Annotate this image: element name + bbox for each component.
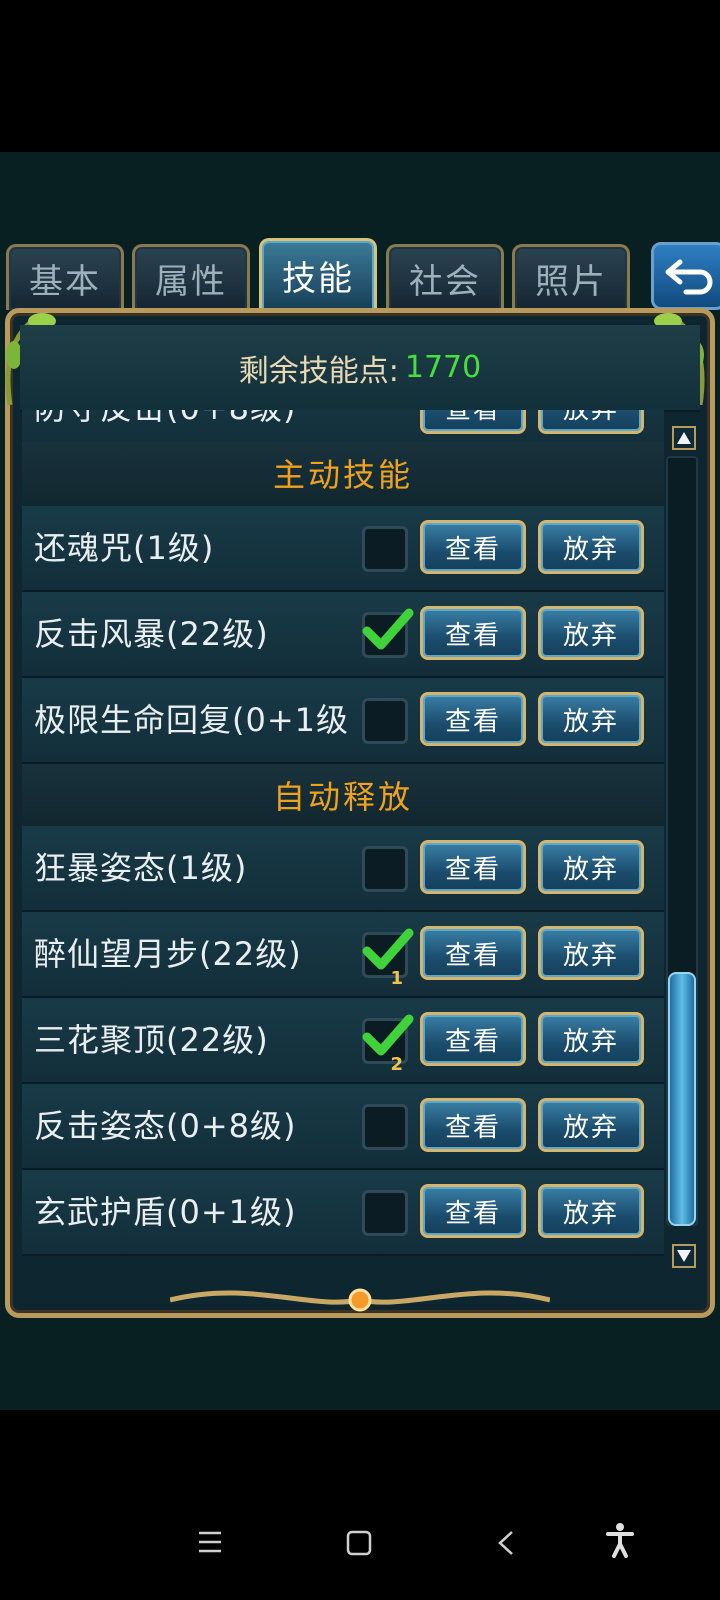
panel-ornament-icon [170, 1288, 550, 1312]
tab-bar: 基本 属性 技能 社会 照片 [6, 238, 720, 314]
view-button[interactable]: 查看 [420, 1098, 526, 1152]
skill-name: 狂暴姿态(1级) [34, 849, 248, 887]
view-button[interactable]: 查看 [420, 840, 526, 894]
skill-row: 还魂咒(1级) 查看 放弃 [22, 506, 664, 592]
view-button[interactable]: 查看 [420, 410, 526, 434]
tab-attributes[interactable]: 属性 [132, 244, 250, 310]
section-active-skills: 主动技能 [22, 442, 664, 504]
checkmark-icon [362, 928, 414, 970]
abandon-button[interactable]: 放弃 [538, 520, 644, 574]
abandon-button[interactable]: 放弃 [538, 410, 644, 434]
skill-row: 反击风暴(22级) 查看 放弃 [22, 592, 664, 678]
skill-points-label: 剩余技能点: [238, 353, 399, 389]
skill-points-value: 1770 [404, 350, 482, 385]
status-bar [0, 0, 720, 152]
tab-social[interactable]: 社会 [386, 244, 504, 310]
skill-checkbox[interactable] [362, 698, 408, 744]
view-button[interactable]: 查看 [420, 606, 526, 660]
back-icon[interactable] [497, 1530, 515, 1556]
tab-basic[interactable]: 基本 [6, 244, 124, 310]
triangle-up-icon [677, 432, 691, 444]
accessibility-icon[interactable] [606, 1522, 634, 1558]
checkmark-icon [362, 1014, 414, 1056]
skill-name: 玄武护盾(0+1级) [34, 1193, 297, 1231]
back-arrow-icon [665, 259, 712, 295]
abandon-button[interactable]: 放弃 [538, 840, 644, 894]
skill-checkbox[interactable] [362, 1190, 408, 1236]
skill-points-header: 剩余技能点: 1770 [20, 325, 700, 412]
home-icon[interactable] [346, 1530, 372, 1556]
skill-name: 还魂咒(1级) [34, 529, 215, 567]
skill-list[interactable]: 防守反击(0+8级) 查看 放弃 主动技能 还魂咒(1级) 查看 放弃 反击风暴… [22, 410, 664, 1278]
skill-name: 极限生命回复(0+1级 [34, 701, 350, 739]
skill-name: 反击风暴(22级) [34, 615, 269, 653]
tab-photos[interactable]: 照片 [512, 244, 630, 310]
section-auto-cast: 自动释放 [22, 764, 664, 826]
skill-checkbox[interactable] [362, 1104, 408, 1150]
scroll-down-button[interactable] [672, 1244, 696, 1268]
skill-row: 狂暴姿态(1级) 查看 放弃 [22, 826, 664, 912]
abandon-button[interactable]: 放弃 [538, 1098, 644, 1152]
skill-row: 反击姿态(0+8级) 查看 放弃 [22, 1084, 664, 1170]
skill-row: 玄武护盾(0+1级) 查看 放弃 [22, 1170, 664, 1256]
tab-skills[interactable]: 技能 [259, 238, 377, 310]
view-button[interactable]: 查看 [420, 692, 526, 746]
back-button[interactable] [651, 242, 720, 310]
skill-name: 三花聚顶(22级) [34, 1021, 269, 1059]
skill-checkbox[interactable] [362, 526, 408, 572]
view-button[interactable]: 查看 [420, 520, 526, 574]
auto-order-badge: 2 [390, 1054, 403, 1075]
menu-icon[interactable] [197, 1530, 223, 1554]
abandon-button[interactable]: 放弃 [538, 606, 644, 660]
view-button[interactable]: 查看 [420, 926, 526, 980]
skill-row: 三花聚顶(22级) 2 查看 放弃 [22, 998, 664, 1084]
skill-checkbox[interactable]: 1 [362, 928, 414, 989]
skill-row: 醉仙望月步(22级) 1 查看 放弃 [22, 912, 664, 998]
abandon-button[interactable]: 放弃 [538, 692, 644, 746]
auto-order-badge: 1 [390, 968, 403, 989]
skill-row: 极限生命回复(0+1级 查看 放弃 [22, 678, 664, 764]
skill-checkbox[interactable] [362, 608, 414, 658]
checkmark-icon [362, 608, 414, 650]
abandon-button[interactable]: 放弃 [538, 926, 644, 980]
skill-checkbox[interactable]: 2 [362, 1014, 414, 1075]
scroll-up-button[interactable] [672, 426, 696, 450]
skill-checkbox[interactable] [362, 846, 408, 892]
abandon-button[interactable]: 放弃 [538, 1184, 644, 1238]
triangle-down-icon [677, 1250, 691, 1262]
skill-name: 反击姿态(0+8级) [34, 1107, 297, 1145]
bottom-area [0, 1410, 720, 1600]
skill-name: 醉仙望月步(22级) [34, 935, 302, 973]
abandon-button[interactable]: 放弃 [538, 1012, 644, 1066]
view-button[interactable]: 查看 [420, 1184, 526, 1238]
view-button[interactable]: 查看 [420, 1012, 526, 1066]
scrollbar-thumb[interactable] [668, 972, 696, 1226]
